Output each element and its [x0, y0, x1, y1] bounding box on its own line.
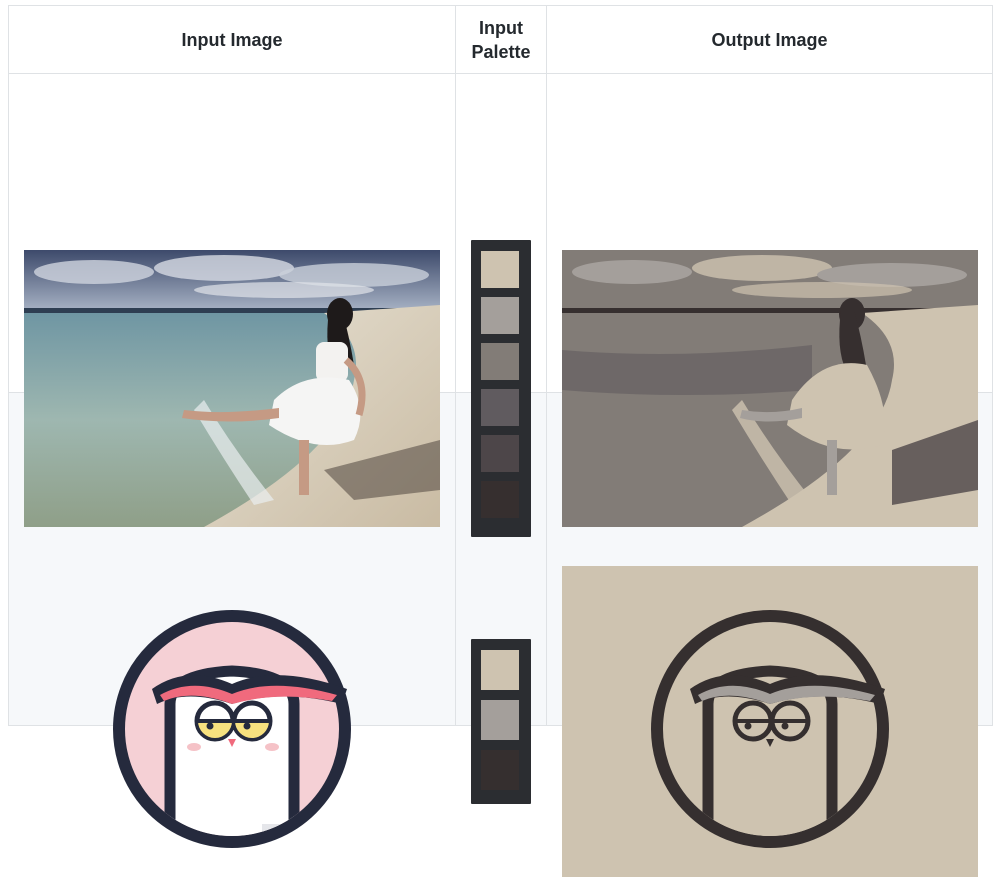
output-image-cell — [546, 73, 993, 527]
palette-swatch — [481, 700, 519, 740]
owl-input-image — [112, 609, 352, 849]
header-input-image: Input Image — [8, 5, 456, 74]
palette-swatch — [481, 343, 519, 380]
palette-table: Input Image Input Palette Output Image — [8, 5, 993, 877]
owl-output-image — [562, 566, 978, 877]
header-palette-line2: Palette — [471, 41, 531, 62]
palette-swatch — [481, 481, 519, 518]
beach-output-image — [562, 250, 978, 527]
beach-input-image — [24, 250, 440, 527]
palette-swatch — [481, 251, 519, 288]
input-image-cell — [8, 73, 456, 527]
table-header-row: Input Image Input Palette Output Image — [8, 5, 993, 74]
palette-strip — [471, 240, 531, 537]
palette-swatch — [481, 750, 519, 790]
header-output-image: Output Image — [546, 5, 993, 74]
palette-swatch — [481, 297, 519, 334]
header-palette-line1: Input — [479, 17, 523, 38]
palette-cell — [455, 73, 547, 537]
palette-strip — [471, 639, 531, 804]
palette-swatch — [481, 650, 519, 690]
header-input-palette: Input Palette — [455, 5, 547, 74]
palette-swatch — [481, 435, 519, 472]
table-row — [8, 73, 993, 537]
palette-swatch — [481, 389, 519, 426]
